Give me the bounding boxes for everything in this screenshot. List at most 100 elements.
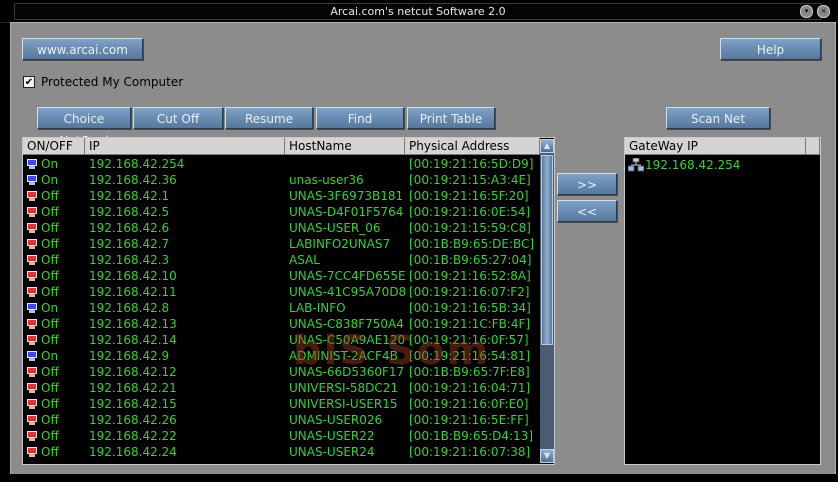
minimize-icon[interactable]: ▾ (800, 5, 813, 18)
mac-cell: [00:19:21:16:07:F2] (409, 285, 530, 299)
down-arrow-icon[interactable]: ▼ (540, 449, 554, 463)
title-bar[interactable]: Arcai.com's netcut Software 2.0 ▾ × (0, 0, 838, 23)
hostname-cell: UNAS-7CC4FD655E (289, 269, 406, 283)
close-icon[interactable]: × (817, 5, 830, 18)
ip-cell: 192.168.42.6 (89, 221, 170, 235)
watermark: blS Som (293, 328, 491, 374)
status-cell: Off (41, 189, 59, 203)
find-button[interactable]: Find (316, 107, 404, 129)
mac-cell: [00:19:21:16:52:8A] (409, 269, 531, 283)
hosts-scrollbar[interactable]: ▲ ▼ (540, 139, 554, 463)
computer-icon (26, 287, 38, 297)
hosts-table[interactable]: ON/OFF IP HostName Physical Address On 19… (22, 137, 555, 465)
computer-icon (26, 159, 38, 169)
table-row[interactable]: Off 192.168.42.11 UNAS-41C95A70D8 [00:19:21… (23, 284, 538, 300)
table-row[interactable]: Off 192.168.42.15 UNIVERSI-USER15 [00:19:21… (23, 396, 538, 412)
status-cell: Off (41, 429, 59, 443)
resume-button[interactable]: Resume (225, 107, 313, 129)
status-cell: On (41, 301, 59, 315)
mac-cell: [00:19:21:16:0E:54] (409, 205, 531, 219)
hostname-cell: UNAS-D4F01F5764 (289, 205, 404, 219)
status-cell: Off (41, 365, 59, 379)
window-bottom-edge (0, 474, 838, 482)
table-row[interactable]: Off 192.168.42.6 UNAS-USER_06 [00:19:21:15:… (23, 220, 538, 236)
status-cell: Off (41, 285, 59, 299)
print-table-button[interactable]: Print Table (407, 107, 495, 129)
hostname-cell: UNAS-USER22 (289, 429, 375, 443)
ip-cell: 192.168.42.12 (89, 365, 177, 379)
status-cell: Off (41, 413, 59, 427)
computer-icon (26, 319, 38, 329)
status-cell: Off (41, 381, 59, 395)
column-header-gateway[interactable]: GateWay IP (625, 138, 806, 155)
hostname-cell: UNIVERSI-58DC21 (289, 381, 399, 395)
table-row[interactable]: Off 192.168.42.3 ASAL [00:1B:B9:65:27:04] (23, 252, 538, 268)
column-header-hostname[interactable]: HostName (285, 138, 405, 155)
ip-cell: 192.168.42.9 (89, 349, 170, 363)
computer-icon (26, 383, 38, 393)
mac-cell: [00:19:21:16:5B:34] (409, 301, 531, 315)
table-row[interactable]: Off 192.168.42.7 LABINFO2UNAS7 [00:1B:B9:65… (23, 236, 538, 252)
ip-cell: 192.168.42.22 (89, 429, 177, 443)
protect-checkbox[interactable]: ✔ (23, 76, 35, 88)
table-row[interactable]: Off 192.168.42.21 UNIVERSI-58DC21 [00:19:21… (23, 380, 538, 396)
computer-icon (26, 175, 38, 185)
table-row[interactable]: Off 192.168.42.1 UNAS-3F6973B181 [00:19:21:… (23, 188, 538, 204)
ip-cell: 192.168.42.10 (89, 269, 177, 283)
mac-cell: [00:19:21:16:5E:FF] (409, 413, 529, 427)
scrollbar-thumb[interactable] (541, 155, 553, 345)
status-cell: Off (41, 237, 59, 251)
cut-off-button[interactable]: Cut Off (133, 107, 223, 129)
ip-cell: 192.168.42.1 (89, 189, 170, 203)
scan-net-button[interactable]: Scan Net (666, 107, 770, 129)
status-cell: Off (41, 269, 59, 283)
add-gateway-button[interactable]: >> (557, 173, 617, 195)
table-row[interactable]: Off 192.168.42.10 UNAS-7CC4FD655E [00:19:21… (23, 268, 538, 284)
website-button[interactable]: www.arcai.com (22, 38, 143, 60)
table-row[interactable]: Off 192.168.42.26 UNAS-USER026 [00:19:21:16… (23, 412, 538, 428)
computer-icon (26, 255, 38, 265)
main-panel: www.arcai.com Help ✔ Protected My Comput… (10, 22, 836, 476)
ip-cell: 192.168.42.5 (89, 205, 170, 219)
column-header-mac[interactable]: Physical Address (405, 138, 540, 155)
computer-icon (26, 447, 38, 457)
column-header-status[interactable]: ON/OFF (23, 138, 85, 155)
mac-cell: [00:1B:B9:65:D4:13] (409, 429, 533, 443)
hostname-cell: UNAS-USER24 (289, 445, 375, 459)
table-row[interactable]: Off 192.168.42.24 UNAS-USER24 [00:19:21:16:… (23, 444, 538, 460)
status-cell: Off (41, 205, 59, 219)
ip-cell: 192.168.42.26 (89, 413, 177, 427)
table-row[interactable]: On 192.168.42.8 LAB-INFO [00:19:21:16:5B:34… (23, 300, 538, 316)
status-cell: Off (41, 221, 59, 235)
mac-cell: [00:1B:B9:65:27:04] (409, 253, 532, 267)
gateway-table[interactable]: GateWay IP 192.168.42.254 (624, 137, 821, 465)
help-button[interactable]: Help (720, 38, 821, 60)
hostname-cell: UNAS-3F6973B181 (289, 189, 404, 203)
status-cell: Off (41, 445, 59, 459)
table-row[interactable]: Off 192.168.42.22 UNAS-USER22 [00:1B:B9:65:… (23, 428, 538, 444)
ip-cell: 192.168.42.3 (89, 253, 170, 267)
computer-icon (26, 239, 38, 249)
remove-gateway-button[interactable]: << (557, 200, 617, 222)
status-cell: Off (41, 397, 59, 411)
computer-icon (26, 367, 38, 377)
computer-icon (26, 399, 38, 409)
choice-netcard-button[interactable]: Choice NetCard (37, 107, 131, 148)
up-arrow-icon[interactable]: ▲ (540, 139, 554, 153)
hostname-cell: LAB-INFO (289, 301, 346, 315)
mac-cell: [00:19:21:16:0F:E0] (409, 397, 529, 411)
ip-cell: 192.168.42.24 (89, 445, 177, 459)
table-row[interactable]: On 192.168.42.254 [00:19:21:16:5D:D9] (23, 156, 538, 172)
hostname-cell: LABINFO2UNAS7 (289, 237, 391, 251)
table-row[interactable]: Off 192.168.42.5 UNAS-D4F01F5764 [00:19:21:… (23, 204, 538, 220)
table-row[interactable]: On 192.168.42.36 unas-user36 [00:19:21:15:A… (23, 172, 538, 188)
computer-icon (26, 223, 38, 233)
ip-cell: 192.168.42.11 (89, 285, 177, 299)
ip-cell: 192.168.42.14 (89, 333, 177, 347)
hostname-cell: ASAL (289, 253, 320, 267)
column-header-ip[interactable]: IP (85, 138, 285, 155)
gateway-row[interactable]: 192.168.42.254 (625, 157, 805, 173)
computer-icon (26, 415, 38, 425)
ip-cell: 192.168.42.8 (89, 301, 170, 315)
mac-cell: [00:1B:B9:65:DE:BC] (409, 237, 535, 251)
